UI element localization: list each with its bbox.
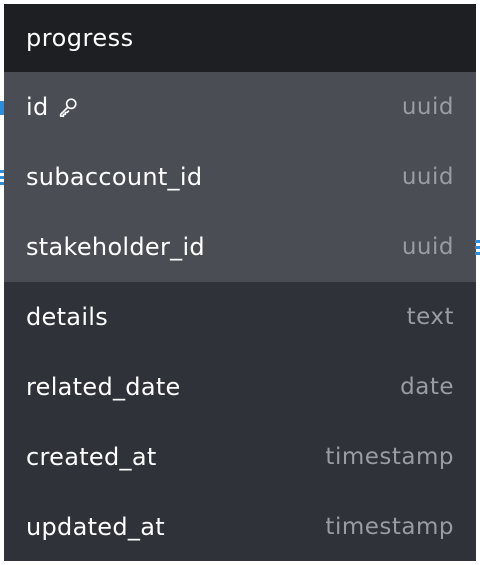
column-type: uuid (401, 234, 454, 260)
relation-connector-stakeholder[interactable] (475, 240, 480, 255)
connector-dash (475, 246, 480, 249)
column-row-created-at[interactable]: created_at timestamp (4, 422, 476, 492)
connector-dash (475, 240, 480, 243)
column-type: uuid (401, 94, 454, 120)
column-type: timestamp (325, 514, 454, 540)
column-type: timestamp (325, 444, 454, 470)
column-name: related_date (26, 373, 181, 401)
column-type: date (400, 374, 454, 400)
table-card[interactable]: progress id uuid subaccount_id uuid stak… (4, 4, 476, 561)
column-type: uuid (401, 164, 454, 190)
column-row-details[interactable]: details text (4, 282, 476, 352)
connector-dash (475, 252, 480, 255)
column-name: updated_at (26, 513, 165, 541)
key-icon (59, 98, 77, 117)
column-type: text (406, 304, 454, 330)
column-name: created_at (26, 443, 157, 471)
column-name: stakeholder_id (26, 233, 205, 261)
column-row-stakeholder-id[interactable]: stakeholder_id uuid (4, 212, 476, 282)
column-row-related-date[interactable]: related_date date (4, 352, 476, 422)
column-name: subaccount_id (26, 163, 203, 191)
table-header[interactable]: progress (4, 4, 476, 72)
column-name: id (26, 93, 49, 121)
column-row-subaccount-id[interactable]: subaccount_id uuid (4, 142, 476, 212)
column-name: details (26, 303, 109, 331)
table-name: progress (26, 24, 134, 52)
column-row-id[interactable]: id uuid (4, 72, 476, 142)
column-row-updated-at[interactable]: updated_at timestamp (4, 492, 476, 561)
